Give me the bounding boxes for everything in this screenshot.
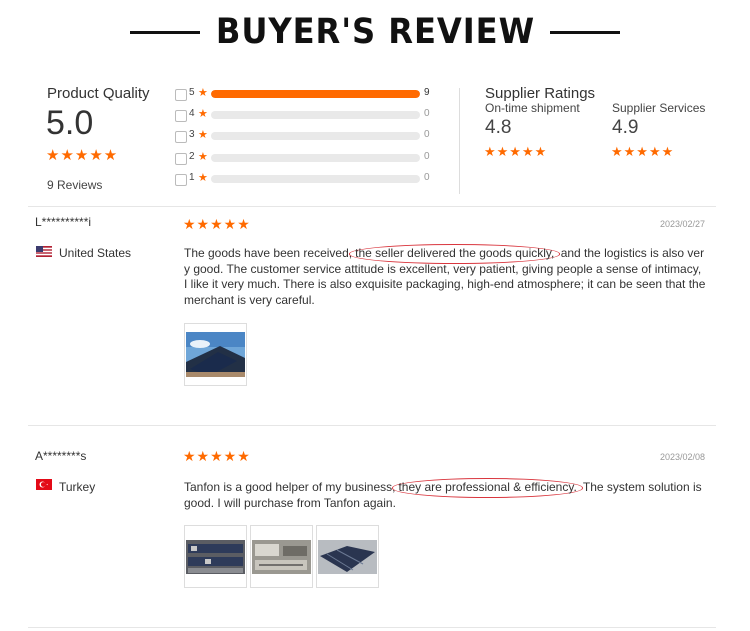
review-photo-thumbnail[interactable]	[184, 323, 247, 386]
battery-rack-photo	[186, 540, 245, 574]
star-icon: ★	[198, 151, 208, 163]
product-quality-score: 5.0	[46, 104, 94, 142]
turkey-flag-icon	[36, 479, 52, 490]
rating-row-count: 0	[424, 129, 430, 140]
banner: BUYER'S REVIEW	[0, 12, 750, 52]
inverter-install-photo	[252, 540, 311, 574]
review-text: The goods have been received, the seller …	[184, 244, 706, 308]
review-text-part: Tanfon is a good helper of my business,	[184, 480, 396, 494]
review-stars: ★★★★★	[183, 448, 251, 464]
rating-row-count: 9	[424, 87, 430, 98]
rating-bar-track	[211, 154, 420, 162]
supplier-ratings-title: Supplier Ratings	[485, 85, 596, 102]
supplier-services-label: Supplier Services	[612, 101, 706, 115]
rating-bar-fill	[211, 90, 420, 98]
rating-filter-checkbox[interactable]	[175, 153, 187, 165]
product-quality-stars: ★★★★★	[46, 147, 119, 164]
rating-row-5[interactable]: 5 ★ 9	[175, 87, 435, 103]
supplier-services-value: 4.9	[612, 117, 639, 138]
reviews-count: 9 Reviews	[47, 178, 103, 192]
rating-filter-checkbox[interactable]	[175, 131, 187, 143]
review-photo-thumbnail[interactable]	[250, 525, 313, 588]
banner-title: BUYER'S REVIEW	[215, 12, 535, 52]
ontime-shipment-label: On-time shipment	[485, 101, 580, 115]
highlighted-phrase: they are professional & efficiency.	[392, 478, 583, 498]
rating-row-1[interactable]: 1 ★ 0	[175, 172, 435, 188]
rating-filter-checkbox[interactable]	[175, 110, 187, 122]
rating-bar-track	[211, 90, 420, 98]
reviewer-country: United States	[59, 246, 132, 260]
rating-row-2[interactable]: 2 ★ 0	[175, 151, 435, 167]
star-icon: ★	[198, 129, 208, 141]
review-separator	[28, 425, 716, 426]
rating-row-label: 1	[189, 172, 195, 183]
reviewer-country: Turkey	[59, 480, 96, 494]
solar-panels-photo	[318, 540, 377, 574]
section-divider	[459, 88, 460, 194]
supplier-services-stars: ★★★★★	[611, 144, 675, 159]
us-flag-icon	[36, 246, 52, 257]
rating-row-count: 0	[424, 108, 430, 119]
review-date: 2023/02/08	[660, 452, 706, 462]
reviewer-name: L**********i	[35, 215, 92, 229]
rating-bar-track	[211, 111, 420, 119]
review-date: 2023/02/27	[660, 219, 706, 229]
banner-left-rule	[129, 30, 200, 34]
rating-row-label: 5	[189, 87, 195, 98]
rating-row-count: 0	[424, 151, 430, 162]
ontime-shipment-value: 4.8	[485, 117, 512, 138]
reviewer-name: A********s	[35, 449, 87, 463]
rating-row-label: 4	[189, 108, 195, 119]
star-icon: ★	[198, 172, 208, 184]
review-photo-thumbnail[interactable]	[316, 525, 379, 588]
rating-row-4[interactable]: 4 ★ 0	[175, 108, 435, 124]
rooftop-solar-photo	[186, 332, 245, 377]
rating-row-3[interactable]: 3 ★ 0	[175, 129, 435, 145]
star-icon: ★	[198, 87, 208, 99]
review-photo-thumbnail[interactable]	[184, 525, 247, 588]
banner-right-rule	[550, 30, 621, 34]
rating-row-label: 2	[189, 151, 195, 162]
rating-bar-track	[211, 175, 420, 183]
rating-filter-checkbox[interactable]	[175, 89, 187, 101]
rating-bar-track	[211, 132, 420, 140]
review-separator	[28, 627, 716, 628]
rating-row-label: 3	[189, 129, 195, 140]
ontime-shipment-stars: ★★★★★	[484, 144, 548, 159]
rating-row-count: 0	[424, 172, 430, 183]
review-text: Tanfon is a good helper of my business, …	[184, 478, 706, 511]
review-stars: ★★★★★	[183, 216, 251, 232]
rating-filter-checkbox[interactable]	[175, 174, 187, 186]
product-quality-label: Product Quality	[47, 85, 150, 102]
review-text-part: The goods have been received,	[184, 246, 353, 260]
review-separator	[28, 206, 716, 207]
star-icon: ★	[198, 108, 208, 120]
